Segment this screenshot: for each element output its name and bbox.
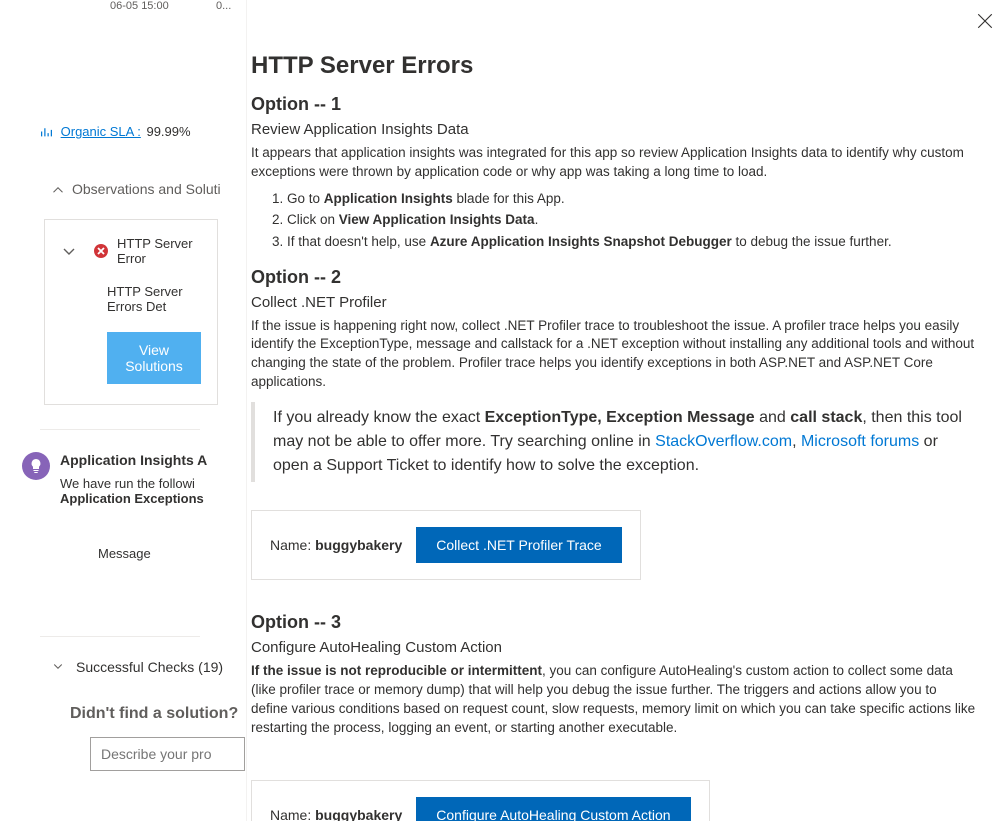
microsoft-forums-link[interactable]: Microsoft forums [801, 433, 919, 450]
option-1-paragraph: It appears that application insights was… [251, 144, 976, 182]
option-1-step-2: Click on View Application Insights Data. [287, 209, 976, 231]
option-3-paragraph: If the issue is not reproducible or inte… [251, 662, 976, 738]
stackoverflow-link[interactable]: StackOverflow.com [655, 433, 792, 450]
observations-section-header[interactable]: Observations and Soluti [0, 181, 240, 197]
chevron-down-icon [52, 659, 64, 675]
option-1-subheading: Review Application Insights Data [251, 121, 976, 138]
observations-label: Observations and Soluti [72, 181, 221, 197]
insights-title: Application Insights A [60, 452, 207, 468]
option-1-steps: Go to Application Insights blade for thi… [287, 188, 976, 253]
close-icon[interactable] [976, 12, 994, 35]
sla-row: Organic SLA : 99.99% [0, 124, 240, 141]
timeline-axis: 04:00 06-05 15:00 0... [0, 0, 240, 24]
option-1-heading: Option -- 1 [251, 94, 976, 115]
panel-title: HTTP Server Errors [251, 52, 976, 80]
option-3-subheading: Configure AutoHealing Custom Action [251, 639, 976, 656]
option-1-step-1: Go to Application Insights blade for thi… [287, 188, 976, 210]
error-card-subtitle: HTTP Server Errors Det [61, 284, 201, 314]
time-label-2: 0... [216, 0, 231, 12]
profiler-action-card: Name: buggybakery Collect .NET Profiler … [251, 510, 641, 580]
insights-line1: We have run the followi [60, 476, 207, 491]
background-content: 04:00 06-05 15:00 0... Organic SLA : 99.… [0, 0, 240, 821]
organic-sla-link[interactable]: Organic SLA : [61, 124, 141, 139]
view-solutions-button[interactable]: View Solutions [107, 332, 201, 384]
time-label-small: 04:00 [46, 0, 71, 3]
error-card-title: HTTP Server Error [117, 236, 201, 266]
option-3-heading: Option -- 3 [251, 612, 976, 633]
profiler-name-display: Name: buggybakery [270, 537, 402, 553]
describe-problem-input[interactable] [90, 737, 245, 771]
successful-checks-section[interactable]: Successful Checks (19) [0, 659, 240, 675]
autohealing-action-card: Name: buggybakery Configure AutoHealing … [251, 780, 710, 821]
message-column-header: Message [0, 546, 240, 561]
error-card-header[interactable]: HTTP Server Error [61, 236, 201, 266]
option-2-heading: Option -- 2 [251, 267, 976, 288]
successful-checks-label: Successful Checks (19) [76, 659, 223, 675]
sla-value: 99.99% [146, 124, 190, 139]
error-x-icon [93, 243, 109, 259]
chevron-down-icon [61, 243, 77, 259]
insights-bold: Application Exceptions [60, 491, 207, 506]
configure-autohealing-button[interactable]: Configure AutoHealing Custom Action [416, 797, 690, 821]
option-2-subheading: Collect .NET Profiler [251, 294, 976, 311]
option-2-callout: If you already know the exact ExceptionT… [251, 402, 976, 482]
http-server-errors-card: HTTP Server Error HTTP Server Errors Det… [44, 219, 218, 405]
option-2-paragraph: If the issue is happening right now, col… [251, 317, 976, 393]
divider [40, 429, 200, 430]
divider-2 [40, 636, 200, 637]
lightbulb-icon [22, 452, 50, 480]
collect-profiler-trace-button[interactable]: Collect .NET Profiler Trace [416, 527, 621, 563]
time-label-1: 06-05 15:00 [110, 0, 169, 12]
chevron-up-icon [52, 183, 64, 195]
autohealing-name-display: Name: buggybakery [270, 807, 402, 821]
bar-chart-icon [40, 126, 57, 141]
solutions-panel: HTTP Server Errors Option -- 1 Review Ap… [246, 0, 1000, 821]
option-1-step-3: If that doesn't help, use Azure Applicat… [287, 231, 976, 253]
didnt-find-heading: Didn't find a solution? [0, 705, 240, 723]
